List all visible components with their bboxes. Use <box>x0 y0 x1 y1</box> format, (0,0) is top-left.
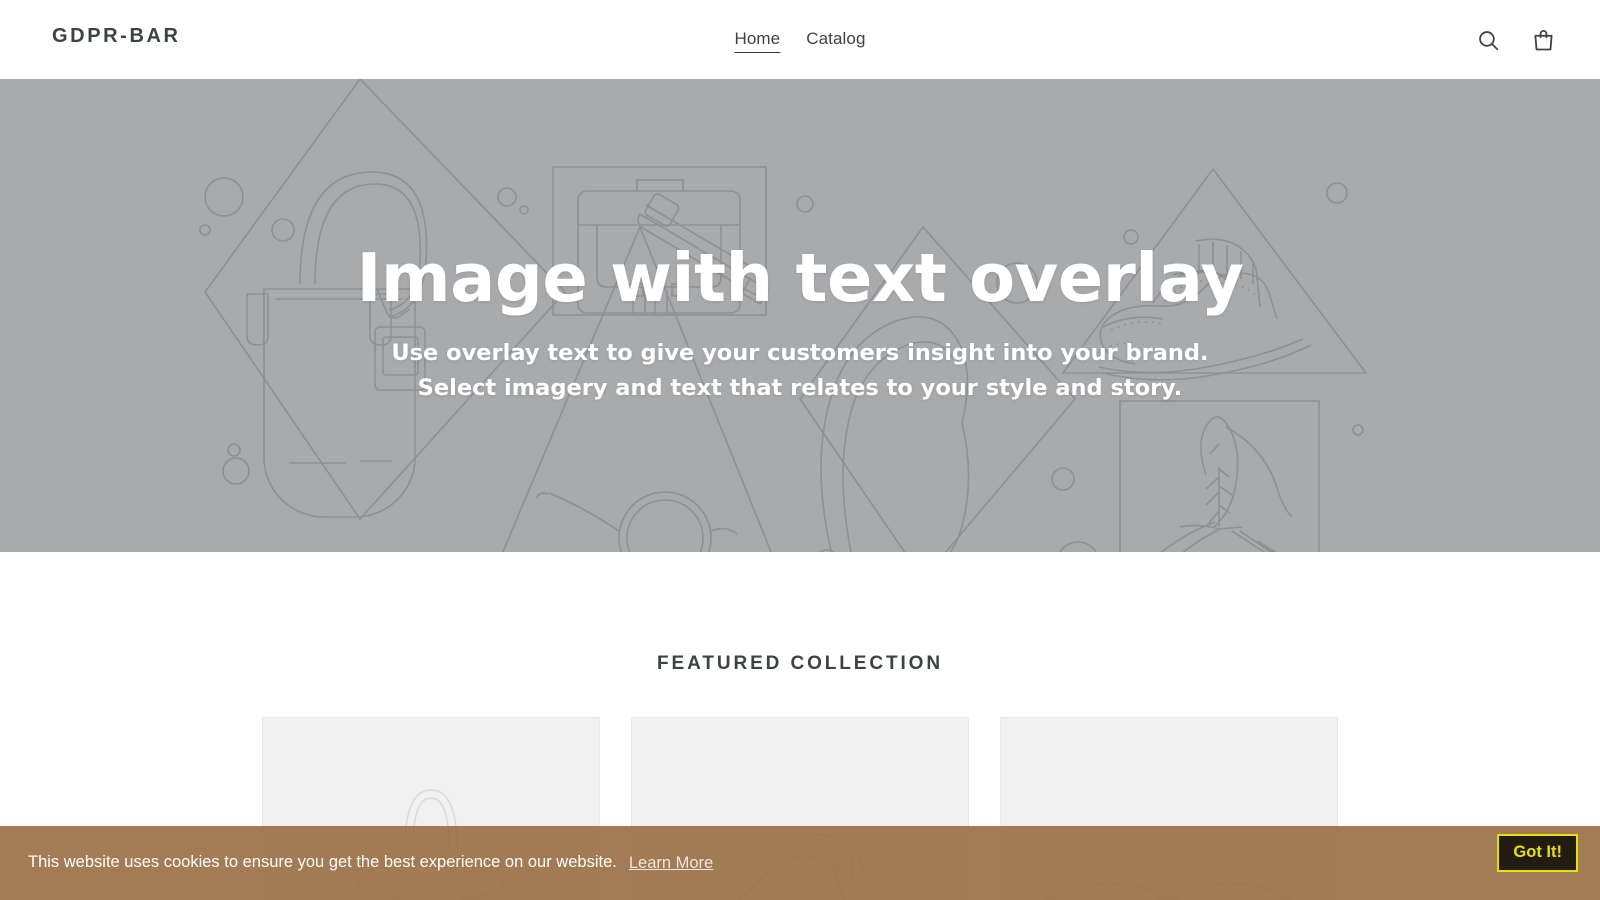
nav-item-home[interactable]: Home <box>734 28 781 54</box>
cookie-learn-more-link[interactable]: Learn More <box>629 854 713 873</box>
featured-collection-heading: FEATURED COLLECTION <box>657 653 943 674</box>
nav-item-catalog[interactable]: Catalog <box>806 28 865 52</box>
cookie-accept-button[interactable]: Got It! <box>1497 834 1578 872</box>
main-navigation: Home Catalog <box>734 28 865 54</box>
hero-banner: Image with text overlay Use overlay text… <box>0 79 1600 552</box>
site-logo[interactable]: GDPR-BAR <box>52 26 181 46</box>
header-icon-group <box>1472 24 1560 57</box>
hero-subtitle-line-2: Select imagery and text that relates to … <box>417 375 1183 402</box>
cookie-consent-message: This website uses cookies to ensure you … <box>28 853 617 872</box>
hero-text-overlay: Image with text overlay Use overlay text… <box>0 243 1600 406</box>
hero-subtitle-line-1: Use overlay text to give your customers … <box>391 340 1209 367</box>
cart-icon[interactable] <box>1527 24 1560 57</box>
site-header: GDPR-BAR Home Catalog <box>0 0 1600 79</box>
search-icon[interactable] <box>1472 24 1505 57</box>
hero-title: Image with text overlay <box>356 239 1244 317</box>
cookie-consent-banner: This website uses cookies to ensure you … <box>0 826 1600 900</box>
